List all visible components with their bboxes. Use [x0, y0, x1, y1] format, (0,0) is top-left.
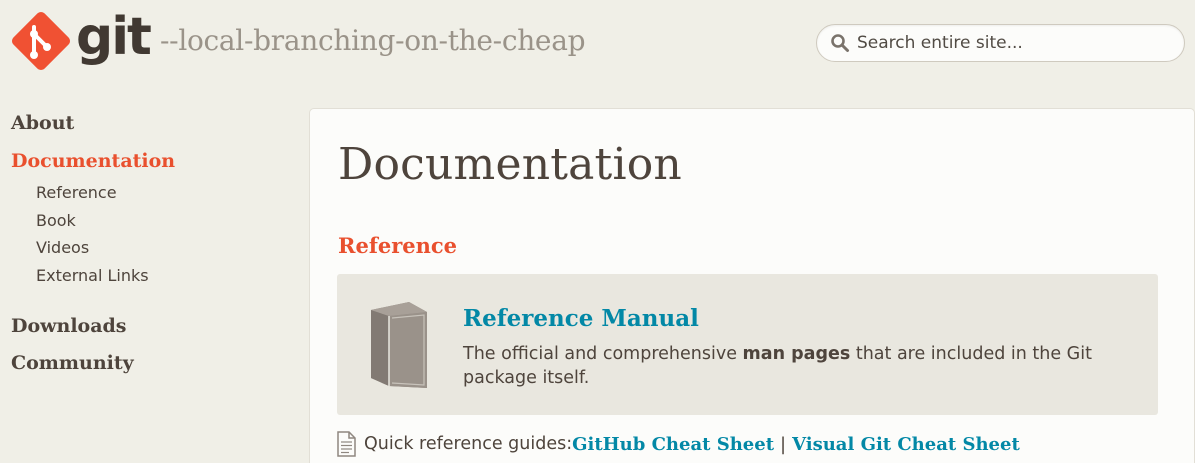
reference-manual-description: The official and comprehensive man pages… — [463, 342, 1153, 390]
quick-reference-label: Quick reference guides: — [364, 434, 573, 454]
book-icon — [371, 302, 427, 388]
section-title-reference: Reference — [338, 233, 458, 258]
sidebar-subitem-reference[interactable]: Reference — [36, 184, 236, 212]
sidebar-item-documentation[interactable]: Documentation — [11, 152, 175, 171]
search-input[interactable] — [857, 33, 1157, 53]
search-box[interactable] — [816, 24, 1185, 62]
sidebar-subnav: Reference Book Videos External Links — [36, 184, 236, 294]
reference-manual-link[interactable]: Reference Manual — [463, 305, 699, 332]
visual-git-cheat-sheet-link[interactable]: Visual Git Cheat Sheet — [792, 434, 1020, 455]
logo-wordmark: git — [76, 7, 152, 67]
tagline: --local-branching-on-the-cheap — [160, 24, 586, 57]
github-cheat-sheet-link[interactable]: GitHub Cheat Sheet — [572, 434, 774, 455]
sidebar-item-downloads[interactable]: Downloads — [11, 317, 127, 336]
link-separator: | — [780, 433, 787, 455]
quick-reference-row: Quick reference guides: GitHub Cheat She… — [337, 431, 1020, 457]
sidebar-subitem-external-links[interactable]: External Links — [36, 266, 236, 295]
document-icon — [337, 431, 356, 457]
desc-text: The official and comprehensive — [463, 344, 743, 364]
main-content: Documentation Reference Reference Manual… — [309, 108, 1195, 463]
sidebar-subitem-videos[interactable]: Videos — [36, 239, 236, 267]
reference-manual-callout[interactable]: Reference Manual The official and compre… — [337, 274, 1158, 415]
desc-bold: man pages — [742, 344, 851, 364]
sidebar-item-about[interactable]: About — [11, 114, 74, 133]
site-logo[interactable]: git — [10, 7, 152, 72]
page-title: Documentation — [338, 139, 682, 190]
sidebar-subitem-book[interactable]: Book — [36, 211, 236, 240]
search-icon — [831, 34, 849, 52]
sidebar-item-community[interactable]: Community — [11, 354, 134, 373]
git-logo-icon — [11, 11, 71, 71]
